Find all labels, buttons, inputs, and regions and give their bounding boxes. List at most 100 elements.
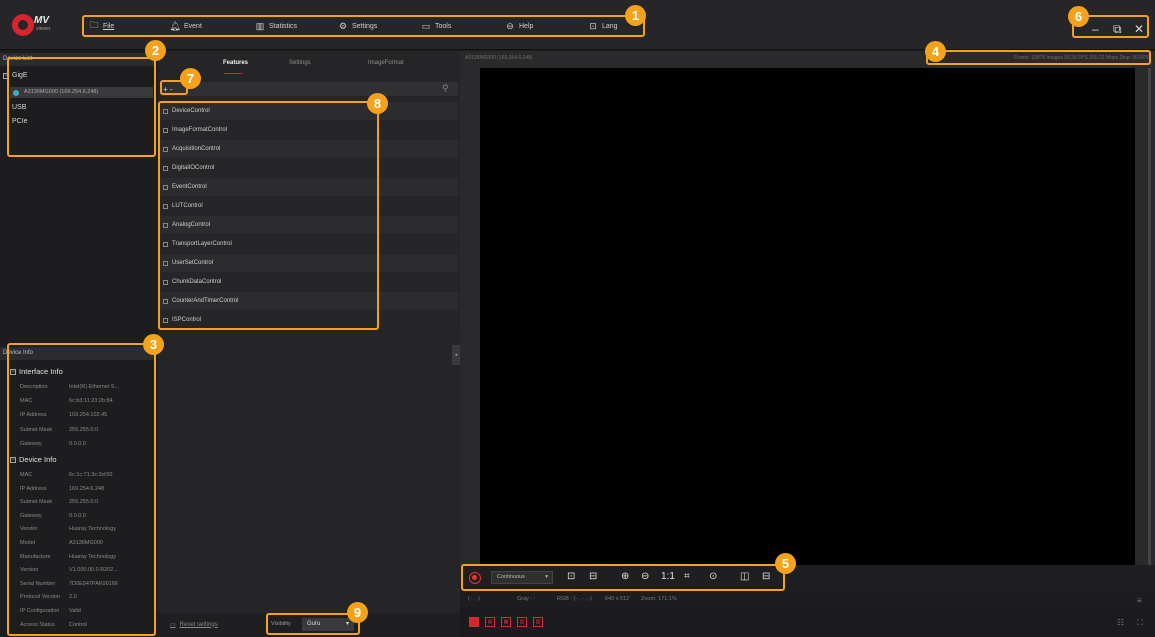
tree-label: PCIe [12,118,28,125]
info-value: 169.254.6.248 [69,485,105,492]
info-value: 7D0E947PAK00166 [69,580,118,587]
restore-button[interactable]: ⧉ [1113,22,1122,37]
menu-lang[interactable]: ⊡ Lang [588,18,617,34]
expand-icon [163,317,168,323]
feature-category-row[interactable]: EventControl [160,178,458,196]
device-info-scrollbar[interactable] [154,365,156,635]
pixel-coord: (- , -) [468,596,480,602]
menu-statistics[interactable]: ▥ Statistics [255,18,297,34]
menu-event[interactable]: 🔔︎ Event [169,18,202,34]
fit-window-icon[interactable]: ⌗ [684,571,690,582]
feature-search-bar[interactable] [160,82,458,96]
reset-settings-link[interactable]: ▭ Reset settings [170,621,218,629]
crosshair-icon[interactable]: ⊙ [709,571,717,582]
feature-category-row[interactable]: LUTControl [160,197,458,215]
interface-info-header[interactable]: − Interface Info [10,367,63,376]
info-value: 169.254.102.45 [69,412,108,419]
menu-tools[interactable]: ▭ Tools [421,18,452,34]
fullscreen-icon[interactable]: ⛶ [1137,618,1143,628]
layout-4-icon[interactable]: ▨ [533,617,543,627]
expand-collapse-button[interactable]: + - [163,85,173,94]
feature-category-row[interactable]: ISPControl [160,311,458,329]
annotation-badge-5: 5 [775,553,796,574]
info-key: Gateway [20,512,42,519]
collapse-icon: − [3,72,9,79]
menu-settings[interactable]: ⚙ Settings [338,18,377,34]
info-key: Description [20,384,48,390]
annotation-badge-7: 7 [180,68,201,89]
feature-category-row[interactable]: UserSetControl [160,254,458,272]
feature-category-row[interactable]: AnalogControl [160,216,458,234]
menu-help[interactable]: ⊖ Help [505,18,533,34]
expand-icon [163,222,168,228]
zoom-in-icon[interactable]: ⊕ [621,571,629,582]
info-key: MAC [20,472,33,478]
feature-category-row[interactable]: DeviceControl [160,102,458,120]
info-key: MAC [20,398,33,405]
device-item-selected[interactable]: A3136MG000 (169.254.6.248) [10,87,153,98]
info-key: IP Address [20,412,47,419]
device-info-header[interactable]: − Device Info [10,455,57,464]
panel-collapse-handle[interactable]: ◂ [452,345,460,365]
info-key: Serial Number [20,580,56,587]
info-value: 0.0.0.0 [69,440,86,447]
snapshot-icon[interactable]: ⊡ [567,571,575,582]
expand-icon [163,298,168,304]
info-value: 255.255.0.0 [69,499,99,506]
annotation-badge-1: 1 [625,5,646,26]
split-view-icon[interactable]: ◫ [740,571,749,582]
active-tab-indicator [224,73,242,74]
section-label: Device Info [19,455,57,464]
feature-label: ImageFormatControl [172,127,228,133]
image-canvas[interactable] [480,68,1135,565]
tab-features[interactable]: Features [223,60,248,66]
tab-settings[interactable]: Settings [289,60,311,66]
file-icon: 🗀 [89,20,99,30]
layout-2-icon[interactable]: ▦ [501,617,511,627]
feature-label: LUTControl [172,203,203,209]
close-button[interactable]: ✕ [1134,22,1144,36]
feature-category-row[interactable]: DigitalIOControl [160,159,458,177]
menu-icon[interactable]: ≡ [1137,596,1142,605]
collapse-icon: − [10,456,16,463]
lang-icon: ⊡ [589,20,597,31]
search-icon[interactable]: ⚲ [442,83,449,94]
feature-category-row[interactable]: ImageFormatControl [160,121,458,139]
tab-imageformat[interactable]: ImageFormat [368,60,404,66]
actual-size-button[interactable]: 1:1 [661,571,675,582]
menu-file[interactable]: 🗀 File [89,18,114,34]
zoom-value: Zoom: 171.1% [641,596,677,602]
feature-label: ChunkDataControl [172,279,222,285]
acquisition-mode-select[interactable]: Continuous ▾ [491,571,553,584]
info-value: Huaray Technology [69,526,116,533]
feature-category-row[interactable]: AcquisitionControl [160,140,458,158]
gear-icon: ⚙ [338,20,348,31]
feature-category-row[interactable]: ChunkDataControl [160,273,458,291]
feature-category-row[interactable]: CounterAndTimerControl [160,292,458,310]
layout-icon[interactable]: ⊟ [762,571,770,582]
zoom-out-icon[interactable]: ⊖ [641,571,649,582]
feature-category-row[interactable]: TransportLayerControl [160,235,458,253]
view-scrollbar[interactable] [1148,68,1151,565]
tree-item-usb[interactable]: USB [12,104,26,111]
info-value: 6c:b3:11:23:2b:84 [69,398,113,405]
visibility-select[interactable]: Guru ▾ [302,618,354,631]
expand-icon [163,127,168,133]
tree-item-pcie[interactable]: PCIe [12,118,28,125]
collapse-icon: − [10,368,16,375]
tree-item-gige[interactable]: − GigE [3,72,28,79]
layout-3-icon[interactable]: ▧ [517,617,527,627]
info-key: Manufacture [20,553,51,560]
info-key: Model [20,540,35,546]
menu-label: Event [184,22,202,30]
info-value: 0.0.0.0 [69,512,86,519]
minimize-button[interactable]: – [1092,22,1099,36]
adjust-icon[interactable]: ☷ [1117,618,1124,627]
annotation-badge-2: 2 [145,40,166,61]
feature-label: AcquisitionControl [172,146,221,152]
record-button[interactable] [469,572,481,584]
layout-1-icon[interactable]: ▤ [485,617,495,627]
record-video-icon[interactable]: ⊟ [589,571,597,582]
feature-label: DeviceControl [172,108,210,114]
stop-icon[interactable] [469,617,479,627]
